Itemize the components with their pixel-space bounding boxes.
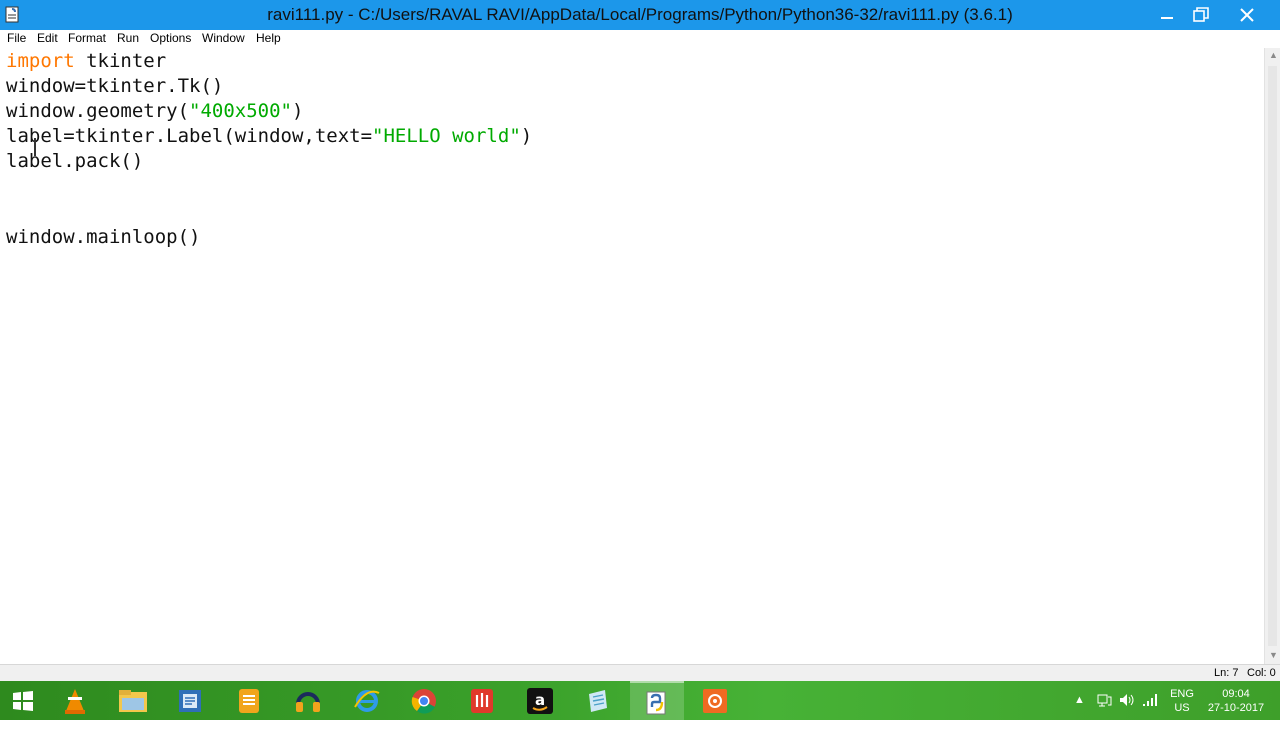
close-button[interactable] [1226,0,1268,30]
menu-options[interactable]: Options [150,31,191,45]
close-icon [1240,8,1254,22]
taskbar-audio[interactable] [281,681,335,720]
title-bar: ravi111.py - C:/Users/RAVAL RAVI/AppData… [0,0,1280,30]
menu-format[interactable]: Format [68,31,106,45]
clock[interactable]: 09:04 27-10-2017 [1204,687,1268,726]
code-keyword: import [6,50,75,72]
clock-date: 27-10-2017 [1207,702,1265,714]
taskbar-notepad[interactable] [571,681,625,720]
menu-help[interactable]: Help [256,31,281,45]
taskbar-notes[interactable] [222,681,276,720]
red-app-icon [471,688,493,713]
start-button[interactable] [0,681,46,720]
python-idle-icon [646,691,666,714]
vertical-scrollbar[interactable]: ▲ ▼ [1264,48,1280,664]
notes-icon [239,688,259,713]
amazon-icon: a [527,687,553,714]
tray-overflow-icon[interactable]: ▲ [1074,694,1085,733]
code-text: window.geometry( [6,100,190,122]
status-bar: Ln: 7 Col: 0 [0,665,1280,681]
scroll-up-icon[interactable]: ▲ [1269,50,1278,60]
taskbar-python-idle[interactable] [630,681,684,722]
network-icon[interactable] [1096,692,1112,731]
window-title: ravi111.py - C:/Users/RAVAL RAVI/AppData… [267,5,1013,24]
code-line[interactable]: window.mainloop() [6,225,200,250]
taskbar-internet-explorer[interactable] [340,681,394,720]
taskbar-chrome[interactable] [397,681,451,720]
menu-edit[interactable]: Edit [37,31,58,45]
taskbar-file-explorer[interactable] [106,681,160,720]
code-editor[interactable]: import tkinter window=tkinter.Tk() window.… [0,48,1264,664]
minimize-button[interactable] [1150,0,1184,30]
code-text: tkinter [74,50,167,72]
taskbar-word[interactable] [163,681,217,720]
signal-icon[interactable] [1141,692,1159,731]
menu-bar: File Edit Format Run Options Window Help [0,30,1280,49]
headphones-icon [296,691,320,712]
taskbar-red-app[interactable] [455,681,509,720]
menu-file[interactable]: File [7,31,26,45]
taskbar-amazon[interactable]: a [513,681,567,720]
windows-logo-icon [13,690,33,711]
region-code: US [1174,702,1190,714]
scrollbar-thumb[interactable] [1268,66,1277,646]
minimize-icon [1161,17,1173,19]
code-text: label.pack() [6,150,144,172]
language-indicator[interactable]: ENG US [1170,687,1194,726]
status-column-number: Col: 0 [1247,667,1276,679]
orange-app-icon [703,688,727,713]
code-text: label=tkinter.Label(window,text= [6,125,373,147]
scroll-down-icon[interactable]: ▼ [1269,650,1278,660]
code-string: "HELLO world" [372,125,521,147]
svg-text:a: a [535,691,545,709]
clock-time: 09:04 [1222,688,1250,700]
restore-button[interactable] [1184,0,1218,30]
folder-icon [119,689,147,712]
text-cursor [34,138,36,156]
menu-run[interactable]: Run [117,31,139,45]
menu-window[interactable]: Window [202,31,245,45]
code-line[interactable]: label=tkinter.Label(window,text="HELLO w… [6,124,532,149]
vlc-icon [65,688,85,714]
taskbar-vlc[interactable] [48,681,102,720]
status-line-number: Ln: 7 [1214,667,1239,679]
code-line[interactable]: label.pack() [6,149,143,174]
document-app-icon [179,689,201,712]
internet-explorer-icon [354,689,380,712]
notepad-icon [589,689,607,712]
volume-icon[interactable] [1118,692,1136,731]
code-string: "400x500" [189,100,292,122]
taskbar: a ▲ ENG US 09:04 27-10-2017 [0,681,1280,722]
code-text: window.mainloop() [6,226,201,248]
code-line[interactable]: window=tkinter.Tk() [6,74,223,99]
chrome-icon [411,688,436,714]
code-line[interactable]: window.geometry("400x500") [6,99,303,124]
code-text: window=tkinter.Tk() [6,75,224,97]
code-text: ) [291,100,304,122]
code-line[interactable]: import tkinter [6,49,166,74]
language-code: ENG [1170,688,1194,700]
taskbar-orange-app[interactable] [688,681,742,720]
code-text: ) [520,125,533,147]
restore-icon [1193,7,1209,22]
